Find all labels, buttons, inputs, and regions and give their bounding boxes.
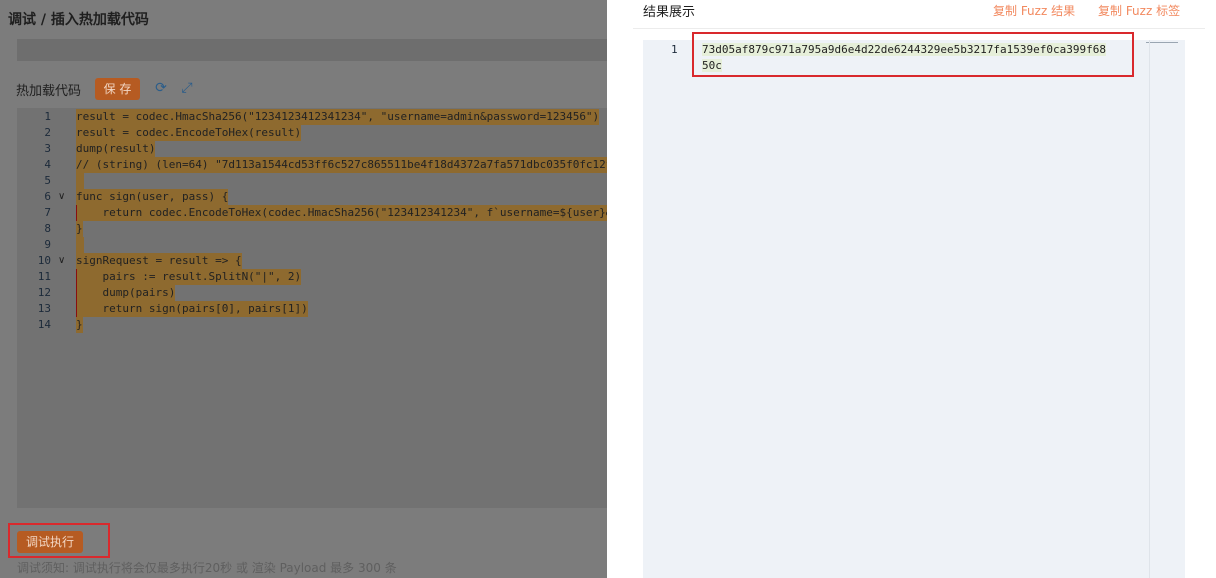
- scrollbar[interactable]: [1149, 40, 1150, 578]
- line-number: 8: [44, 222, 51, 235]
- code-line[interactable]: }: [76, 221, 83, 237]
- code-line[interactable]: }: [76, 317, 83, 333]
- save-button[interactable]: 保 存: [95, 78, 140, 100]
- result-editor[interactable]: 1 73d05af879c971a795a9d6e4d22de6244329ee…: [643, 40, 1185, 578]
- code-line[interactable]: result = codec.EncodeToHex(result): [76, 125, 302, 141]
- fullscreen-icon[interactable]: ⤢: [179, 80, 195, 96]
- highlight-box-result: [692, 32, 1134, 77]
- hot-reload-code-label: 热加载代码: [16, 84, 82, 99]
- line-number: 4: [44, 158, 51, 171]
- line-number: 5: [44, 174, 51, 187]
- page-title: 调试 / 插入热加载代码: [8, 12, 149, 28]
- line-number: 3: [44, 142, 51, 155]
- code-line[interactable]: pairs := result.SplitN("|", 2): [76, 269, 302, 285]
- top-bar: [17, 39, 607, 61]
- indent-guide: [76, 269, 77, 317]
- copy-fuzz-tag-link[interactable]: 复制 Fuzz 标签: [1098, 2, 1180, 19]
- result-line-number: 1: [671, 43, 678, 56]
- fold-chevron-icon[interactable]: ∨: [58, 253, 65, 269]
- refresh-icon[interactable]: ⟳: [153, 80, 169, 96]
- line-number: 1: [44, 110, 51, 123]
- code-line[interactable]: [76, 237, 84, 253]
- line-number: 12: [37, 286, 51, 299]
- code-line[interactable]: signRequest = result => {: [76, 253, 242, 269]
- code-editor[interactable]: 1 2 3 4 5 6 7 8 9 10 11 12 13 14 result = codec.HmacS…: [17, 108, 607, 508]
- line-number: 9: [44, 238, 51, 251]
- line-number: 6: [44, 190, 51, 203]
- code-line[interactable]: return sign(pairs[0], pairs[1]): [76, 301, 308, 317]
- code-line[interactable]: // (string) (len=64) "7d113a1544cd53ff6c…: [76, 157, 607, 173]
- result-drawer: 结果展示 复制 Fuzz 结果 复制 Fuzz 标签 1 73d05af879c…: [607, 0, 1216, 578]
- highlight-box-run: [8, 523, 110, 558]
- line-number: 2: [44, 126, 51, 139]
- indent-guide: [76, 205, 77, 221]
- divider: [633, 28, 1205, 29]
- debug-panel: 调试 / 插入热加载代码 热加载代码 保 存 ⟳ ⤢ 1 2 3 4 5 6 7 8 9 10 11…: [0, 0, 607, 578]
- line-number: 14: [37, 318, 51, 331]
- line-number: 7: [44, 206, 51, 219]
- minimap[interactable]: [1146, 42, 1178, 43]
- debug-note: 调试须知: 调试执行将会仅最多执行20秒 或 渲染 Payload 最多 300…: [17, 561, 397, 575]
- code-line[interactable]: dump(result): [76, 141, 156, 157]
- code-line[interactable]: return codec.EncodeToHex(codec.HmacSha25…: [76, 205, 607, 221]
- line-number: 13: [37, 302, 51, 315]
- code-line[interactable]: dump(pairs): [76, 285, 176, 301]
- code-line[interactable]: result = codec.HmacSha256("1234123412341…: [76, 109, 600, 125]
- fold-chevron-icon[interactable]: ∨: [58, 189, 65, 205]
- line-number: 11: [37, 270, 51, 283]
- code-line[interactable]: [76, 173, 84, 189]
- result-title: 结果展示: [643, 5, 696, 20]
- line-number: 10: [37, 254, 51, 267]
- copy-fuzz-result-link[interactable]: 复制 Fuzz 结果: [993, 2, 1075, 19]
- code-line[interactable]: func sign(user, pass) {: [76, 189, 229, 205]
